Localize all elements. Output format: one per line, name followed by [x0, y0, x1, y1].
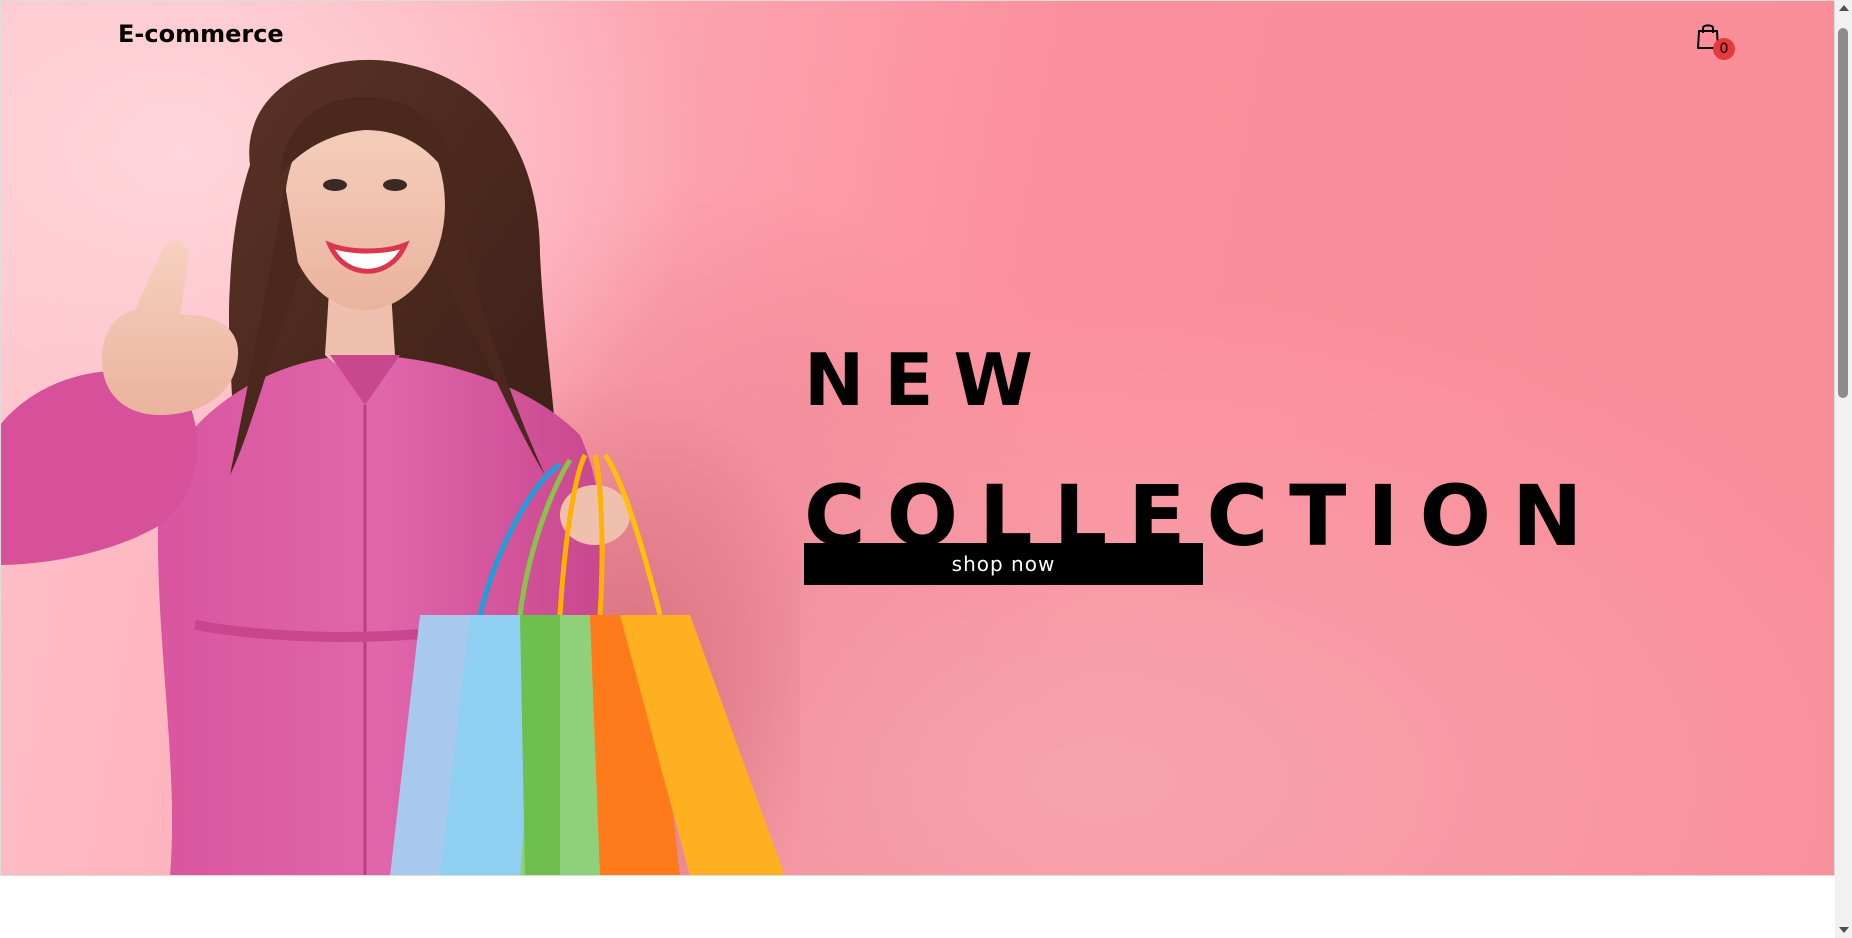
- headline-new: NEW: [804, 338, 1053, 423]
- page: E-commerce 0 NEW COLLECTION shop now: [0, 0, 1852, 938]
- content-section: [0, 876, 1835, 938]
- scroll-up-icon[interactable]: [1839, 5, 1849, 11]
- cart-button[interactable]: 0: [1693, 18, 1735, 62]
- vertical-scrollbar[interactable]: [1835, 0, 1852, 938]
- scroll-down-icon[interactable]: [1839, 927, 1849, 933]
- shop-now-button[interactable]: shop now: [804, 543, 1203, 585]
- cart-count-badge: 0: [1713, 38, 1735, 60]
- hero-image: [0, 59, 800, 876]
- navbar: E-commerce 0: [0, 0, 1835, 72]
- brand-logo[interactable]: E-commerce: [118, 20, 284, 48]
- scroll-thumb[interactable]: [1838, 28, 1848, 398]
- hero-banner: E-commerce 0 NEW COLLECTION shop now: [0, 0, 1835, 876]
